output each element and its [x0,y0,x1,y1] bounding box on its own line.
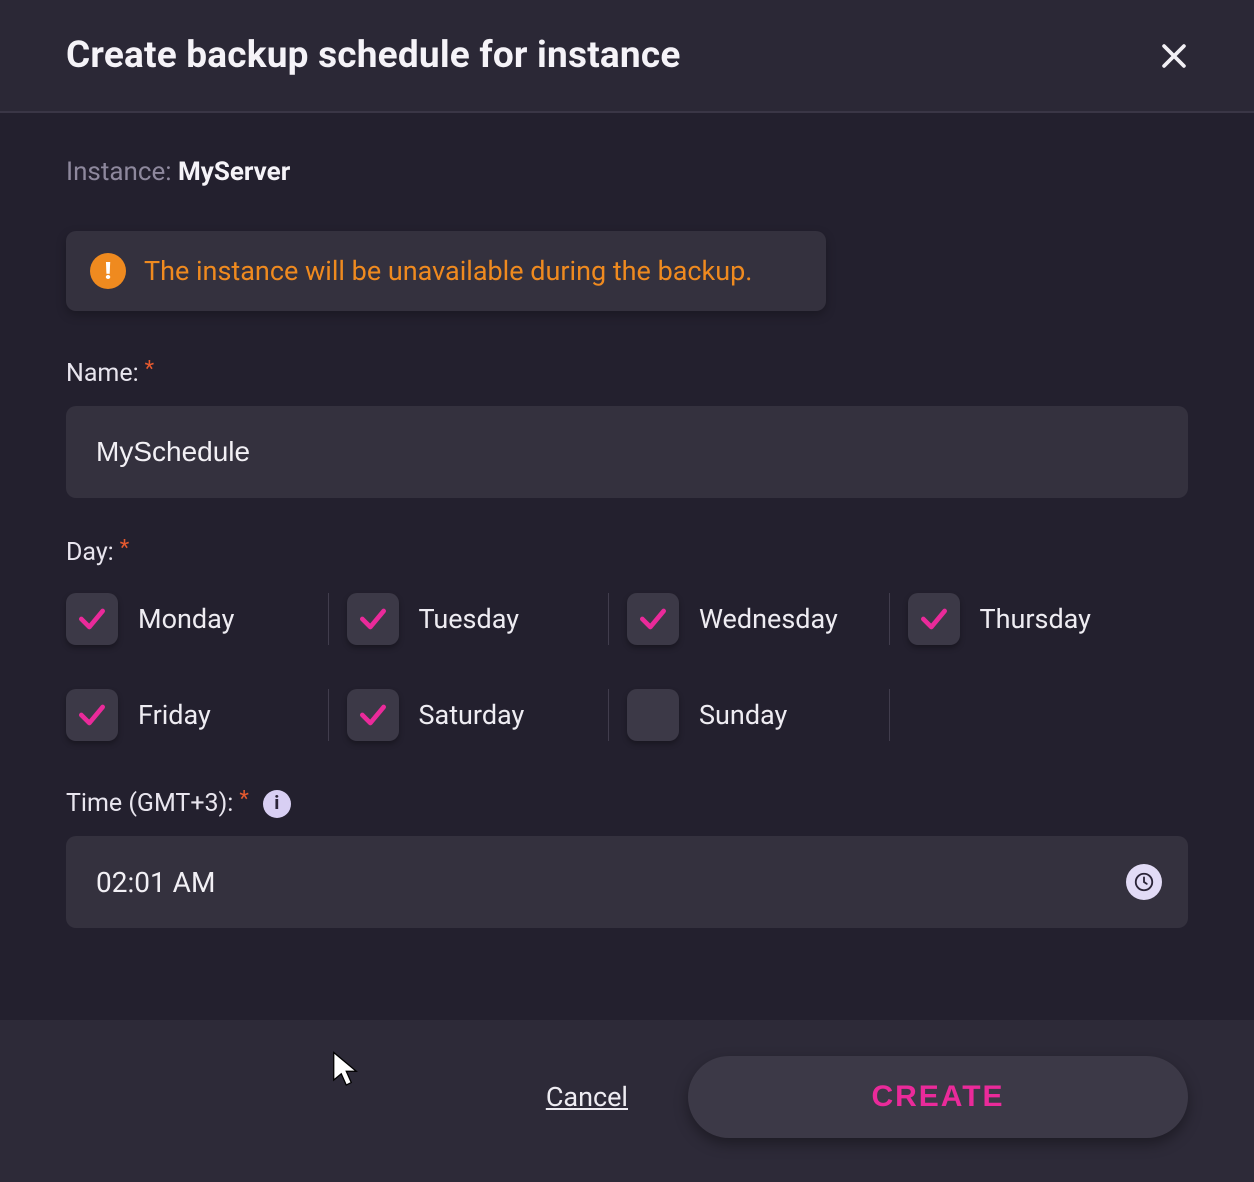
day-checkbox[interactable] [347,689,399,741]
create-backup-schedule-dialog: Create backup schedule for instance Inst… [0,0,1254,1182]
day-label: Day: * [66,538,1188,567]
close-button[interactable] [1154,36,1194,76]
name-field: Name: * [66,359,1188,498]
day-label: Thursday [980,603,1091,635]
day-option-thursday[interactable]: Thursday [908,585,1189,653]
info-icon[interactable]: i [263,790,291,818]
day-label: Wednesday [699,603,838,635]
day-label: Friday [138,699,211,731]
day-option-tuesday[interactable]: Tuesday [347,585,628,653]
name-input[interactable] [66,406,1188,498]
day-checkbox[interactable] [627,593,679,645]
create-button[interactable]: CREATE [688,1056,1188,1138]
day-checkbox[interactable] [347,593,399,645]
name-label: Name: * [66,359,1188,388]
day-label: Saturday [419,699,525,731]
cancel-button[interactable]: Cancel [546,1081,628,1113]
day-checkbox[interactable] [627,689,679,741]
day-option-sunday[interactable]: Sunday [627,681,908,749]
day-option-wednesday[interactable]: Wednesday [627,585,908,653]
time-field: Time (GMT+3): * i 02:01 AM [66,789,1188,928]
day-option-saturday[interactable]: Saturday [347,681,628,749]
required-marker: * [120,536,129,561]
close-icon [1157,39,1191,73]
day-checkbox[interactable] [66,593,118,645]
day-label: Tuesday [419,603,520,635]
days-grid: Monday Tuesday Wednesday Thursday Friday Satu… [66,585,1188,749]
time-label: Time (GMT+3): * i [66,789,1188,818]
day-option-friday[interactable]: Friday [66,681,347,749]
dialog-header: Create backup schedule for instance [0,0,1254,113]
day-field: Day: * Monday Tuesday Wednesday Thursday Fri… [66,538,1188,749]
day-checkbox[interactable] [908,593,960,645]
dialog-body: Instance: MyServer ! The instance will b… [0,113,1254,1020]
day-label: Monday [138,603,234,635]
warning-text: The instance will be unavailable during … [144,255,752,287]
required-marker: * [239,787,248,812]
cursor-icon [330,1050,360,1090]
required-marker: * [145,357,154,382]
day-checkbox[interactable] [66,689,118,741]
instance-name: MyServer [178,157,290,187]
clock-icon[interactable] [1126,864,1162,900]
day-label: Sunday [699,699,787,731]
instance-label: Instance: [66,157,172,187]
time-input[interactable]: 02:01 AM [66,836,1188,928]
instance-row: Instance: MyServer [66,157,1188,187]
time-value: 02:01 AM [96,866,215,899]
warning-icon: ! [90,253,126,289]
dialog-title: Create backup schedule for instance [66,34,681,77]
day-option-monday[interactable]: Monday [66,585,347,653]
warning-alert: ! The instance will be unavailable durin… [66,231,826,311]
dialog-footer: Cancel CREATE [0,1020,1254,1182]
